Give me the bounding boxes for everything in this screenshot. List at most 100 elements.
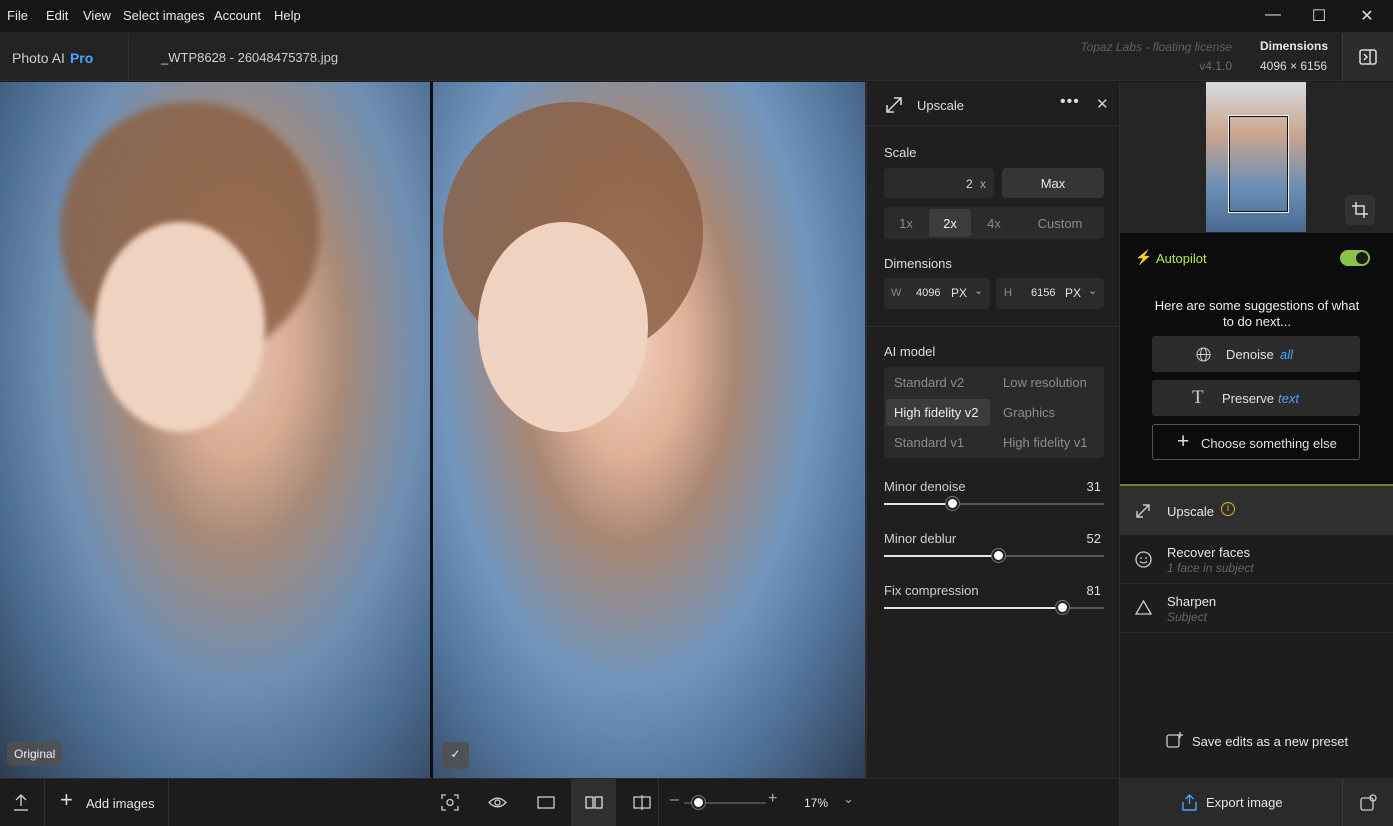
model-high-fidelity-v1[interactable]: High fidelity v1 bbox=[1003, 435, 1088, 450]
scale-input[interactable]: 2 x bbox=[884, 168, 994, 198]
info-icon[interactable]: i bbox=[1221, 502, 1235, 516]
zoom-out-icon[interactable]: – bbox=[670, 791, 679, 809]
panel-toggle-button[interactable] bbox=[1342, 33, 1393, 81]
autopilot-panel: ⚡ Autopilot Here are some suggestions of… bbox=[1120, 233, 1393, 486]
tool-sharpen[interactable]: Sharpen Subject bbox=[1120, 584, 1393, 633]
brand: Photo AI Pro bbox=[12, 50, 93, 66]
width-value: 4096 bbox=[916, 287, 941, 299]
suggestion-choose[interactable]: + Choose something else bbox=[1152, 424, 1360, 460]
slider-handle[interactable] bbox=[946, 497, 959, 510]
menu-file[interactable]: File bbox=[7, 8, 28, 23]
crop-button[interactable] bbox=[1345, 195, 1375, 225]
dimensions-label: Dimensions bbox=[1260, 39, 1329, 53]
add-images-button[interactable]: + Add images bbox=[60, 787, 170, 815]
right-sidebar: ⚡ Autopilot Here are some suggestions of… bbox=[1119, 82, 1393, 778]
processed-image[interactable] bbox=[433, 82, 865, 778]
ai-model-grid: Standard v2 Low resolution High fidelity… bbox=[884, 367, 1104, 458]
header-divider bbox=[128, 33, 129, 81]
menu-view[interactable]: View bbox=[83, 8, 111, 23]
more-options-icon[interactable]: ••• bbox=[1060, 93, 1080, 111]
model-standard-v1[interactable]: Standard v1 bbox=[894, 435, 964, 450]
bottom-bar: + Add images – + 17% ⌄ Export image bbox=[0, 778, 1393, 826]
thumbnail-area bbox=[1120, 82, 1393, 233]
panel-toggle-icon bbox=[1359, 49, 1377, 65]
dimensions-label: Dimensions bbox=[884, 256, 952, 271]
autopilot-toggle[interactable] bbox=[1340, 250, 1370, 266]
slider-minor-denoise: Minor denoise 31 bbox=[884, 479, 1104, 515]
scale-4x[interactable]: 4x bbox=[972, 207, 1016, 239]
eye-icon bbox=[488, 797, 507, 808]
slider-label: Minor denoise bbox=[884, 479, 966, 494]
divider bbox=[658, 779, 659, 826]
tool-recover-faces[interactable]: Recover faces 1 face in subject bbox=[1120, 535, 1393, 584]
minimize-icon[interactable]: — bbox=[1262, 6, 1284, 26]
version-text: v4.1.0 bbox=[1199, 59, 1232, 73]
zoom-level[interactable]: 17% bbox=[804, 796, 828, 810]
face-shape bbox=[95, 222, 265, 432]
scale-1x[interactable]: 1x bbox=[884, 207, 928, 239]
brand-pro: Pro bbox=[69, 50, 94, 66]
height-label: H bbox=[1004, 287, 1012, 299]
height-field[interactable]: H 6156 PX ⌄ bbox=[996, 278, 1104, 309]
menu-bar: File Edit View Select images Account Hel… bbox=[0, 0, 1393, 33]
model-high-fidelity-v2[interactable]: High fidelity v2 bbox=[886, 399, 990, 426]
max-button[interactable]: Max bbox=[1002, 168, 1104, 198]
viewport-rect[interactable] bbox=[1229, 116, 1288, 212]
model-graphics[interactable]: Graphics bbox=[1003, 405, 1055, 420]
export-label: Export image bbox=[1206, 795, 1283, 810]
export-button[interactable]: Export image bbox=[1119, 779, 1342, 826]
close-panel-icon[interactable]: ✕ bbox=[1096, 95, 1109, 113]
scale-segmented: 1x 2x 4x Custom bbox=[884, 207, 1104, 239]
tool-subtitle: Subject bbox=[1167, 610, 1208, 624]
divider bbox=[867, 125, 1120, 126]
scale-2x[interactable]: 2x bbox=[929, 209, 971, 237]
checkmark-icon: ✓ bbox=[442, 742, 469, 769]
lightning-icon: ⚡ bbox=[1135, 249, 1153, 265]
slider-handle[interactable] bbox=[1056, 601, 1069, 614]
menu-account[interactable]: Account bbox=[214, 8, 261, 23]
close-window-icon[interactable]: ✕ bbox=[1356, 6, 1378, 26]
suggestion-preserve[interactable]: T Preserve text bbox=[1152, 380, 1360, 416]
menu-select-images[interactable]: Select images bbox=[123, 8, 205, 23]
export-settings-icon bbox=[1360, 794, 1377, 811]
upload-icon bbox=[14, 794, 28, 811]
slider-handle[interactable] bbox=[992, 549, 1005, 562]
slider-fix-compression: Fix compression 81 bbox=[884, 583, 1104, 619]
scale-value: 2 bbox=[966, 177, 973, 191]
tool-name: Recover faces bbox=[1167, 545, 1251, 560]
scale-custom[interactable]: Custom bbox=[1019, 207, 1101, 239]
maximize-icon[interactable]: ☐ bbox=[1308, 6, 1330, 26]
original-badge: Original bbox=[7, 742, 63, 766]
globe-icon bbox=[1196, 347, 1211, 362]
face-shape bbox=[478, 222, 648, 432]
chevron-down-icon[interactable]: ⌄ bbox=[843, 791, 854, 807]
split-view-icon bbox=[633, 795, 651, 810]
width-label: W bbox=[891, 287, 902, 299]
side-by-side-button[interactable] bbox=[571, 779, 616, 826]
zoom-handle[interactable] bbox=[692, 796, 705, 809]
crop-icon bbox=[1352, 202, 1368, 218]
tool-subtitle: 1 face in subject bbox=[1167, 561, 1254, 575]
chevron-down-icon[interactable]: ⌄ bbox=[1088, 284, 1097, 297]
chevron-down-icon[interactable]: ⌄ bbox=[974, 284, 983, 297]
model-standard-v2[interactable]: Standard v2 bbox=[894, 375, 964, 390]
plus-icon: + bbox=[1177, 430, 1190, 453]
image-viewer[interactable]: Original ✓ bbox=[0, 82, 866, 778]
width-field[interactable]: W 4096 PX ⌄ bbox=[884, 278, 990, 309]
slider-value: 52 bbox=[1086, 531, 1101, 546]
zoom-in-icon[interactable]: + bbox=[768, 790, 777, 808]
scale-unit: x bbox=[980, 177, 986, 191]
tool-upscale[interactable]: Upscale i bbox=[1120, 486, 1393, 535]
export-settings-button[interactable] bbox=[1342, 779, 1393, 826]
save-preset-label: Save edits as a new preset bbox=[1192, 734, 1349, 749]
model-low-resolution[interactable]: Low resolution bbox=[1003, 375, 1087, 390]
save-preset-button[interactable]: Save edits as a new preset bbox=[1166, 730, 1366, 754]
export-icon bbox=[1182, 794, 1197, 811]
suggestion-text: Choose something else bbox=[1201, 436, 1337, 451]
suggestion-denoise[interactable]: Denoise all bbox=[1152, 336, 1360, 372]
side-by-side-icon bbox=[585, 796, 603, 809]
menu-help[interactable]: Help bbox=[274, 8, 301, 23]
suggestion-accent: all bbox=[1280, 347, 1294, 362]
menu-edit[interactable]: Edit bbox=[46, 8, 68, 23]
original-image[interactable] bbox=[0, 82, 430, 778]
